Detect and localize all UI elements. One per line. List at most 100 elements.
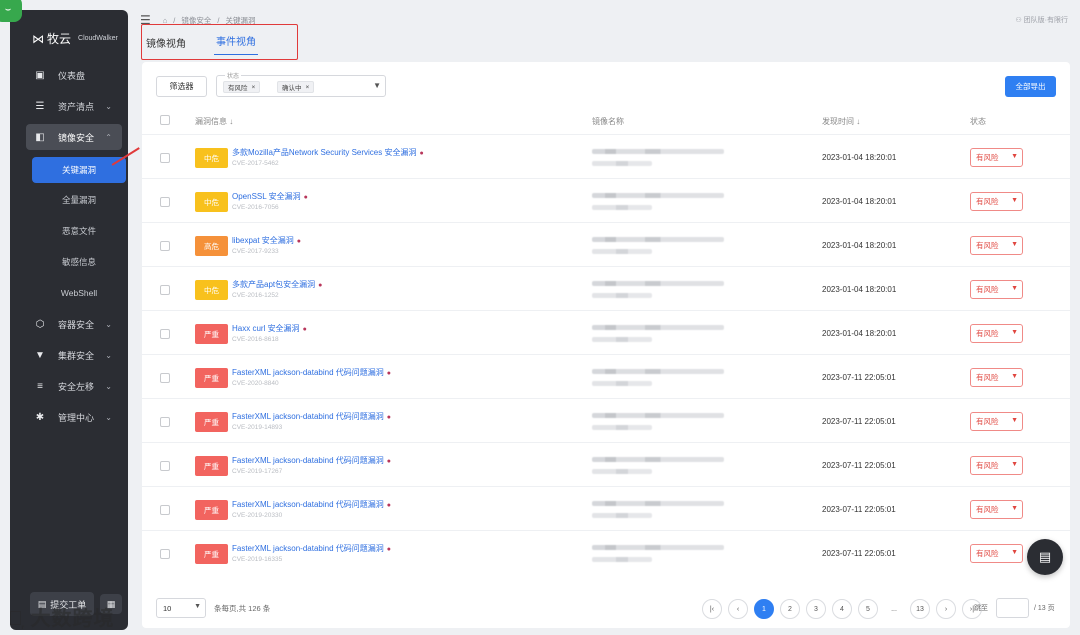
close-icon[interactable]: ×	[252, 84, 256, 91]
table-row[interactable]: 严重 Haxx curl 安全漏洞 ● CVE-2016-8618 2023-01-04…	[142, 310, 1070, 354]
table-row[interactable]: 严重 FasterXML jackson-databind 代码问题漏洞 ● CVE-…	[142, 486, 1070, 530]
cve-id: CVE-2016-8618	[232, 336, 279, 343]
chip-at-risk[interactable]: 有风险 ×	[223, 81, 261, 93]
status-filter-select[interactable]: 状态 有风险 × 确认中 × ▼	[216, 71, 386, 97]
table-row[interactable]: 严重 FasterXML jackson-databind 代码问题漏洞 ● CVE-…	[142, 398, 1070, 442]
sidebar-item-label: 容器安全	[58, 319, 95, 330]
sidebar-item-cluster-security[interactable]: ▼ 集群安全 ⌄	[26, 342, 122, 368]
row-checkbox[interactable]	[160, 153, 170, 163]
sidebar-subitem-webshell[interactable]: WebShell	[32, 280, 126, 306]
page-button[interactable]: 4	[832, 599, 852, 619]
vuln-name-link[interactable]: OpenSSL 安全漏洞 ●	[232, 191, 308, 202]
vuln-name-link[interactable]: FasterXML jackson-databind 代码问题漏洞 ●	[232, 367, 391, 378]
status-dropdown[interactable]: 有风险 ▼	[970, 412, 1023, 431]
chip-label: 有风险	[228, 85, 248, 92]
table-row[interactable]: 严重 FasterXML jackson-databind 代码问题漏洞 ● CVE-…	[142, 442, 1070, 486]
sidebar-item-container-security[interactable]: ⬡ 容器安全 ⌄	[26, 311, 122, 337]
page-button[interactable]: 5	[858, 599, 878, 619]
row-checkbox[interactable]	[160, 461, 170, 471]
sidebar-subitem-malicious-files[interactable]: 恶意文件	[32, 218, 126, 244]
header-vuln[interactable]: 漏洞信息 ↓	[195, 116, 233, 127]
row-checkbox[interactable]	[160, 417, 170, 427]
row-checkbox[interactable]	[160, 373, 170, 383]
status-dropdown[interactable]: 有风险 ▼	[970, 280, 1023, 299]
sidebar-item-dashboard[interactable]: ▣ 仪表盘	[26, 62, 122, 88]
vuln-name-link[interactable]: Haxx curl 安全漏洞 ●	[232, 323, 307, 334]
prev-page-button[interactable]: ‹	[728, 599, 748, 619]
table-row[interactable]: 中危 多款Mozilla产品Network Security Services 安…	[142, 134, 1070, 178]
row-checkbox[interactable]	[160, 241, 170, 251]
vuln-name-link[interactable]: FasterXML jackson-databind 代码问题漏洞 ●	[232, 499, 391, 510]
status-dropdown[interactable]: 有风险 ▼	[970, 324, 1023, 343]
image-name-redacted	[592, 469, 652, 474]
page-button[interactable]: 1	[754, 599, 774, 619]
image-name-redacted	[592, 369, 724, 374]
image-name-redacted	[592, 205, 652, 210]
status-dropdown[interactable]: 有风险 ▼	[970, 192, 1023, 211]
status-value: 有风险	[976, 285, 999, 294]
severity-badge: 高危	[195, 236, 228, 256]
page-size-select[interactable]: 10 ▼	[156, 598, 206, 618]
row-checkbox[interactable]	[160, 549, 170, 559]
row-checkbox[interactable]	[160, 197, 170, 207]
table-row[interactable]: 中危 多款产品apt包安全漏洞 ● CVE-2016-1252 2023-01-04 1…	[142, 266, 1070, 310]
first-page-button[interactable]: |‹	[702, 599, 722, 619]
caret-down-icon: ▼	[373, 81, 381, 90]
next-page-button[interactable]: ›	[936, 599, 956, 619]
status-dropdown[interactable]: 有风险 ▼	[970, 544, 1023, 563]
status-value: 有风险	[976, 373, 999, 382]
jump-total: / 13 页	[1034, 605, 1055, 612]
cve-id: CVE-2017-9233	[232, 248, 279, 255]
sidebar-subitem-key-vulns[interactable]: 关键漏洞	[32, 157, 126, 183]
jump-page-input[interactable]	[996, 598, 1029, 618]
table-row[interactable]: 高危 libexpat 安全漏洞 ● CVE-2017-9233 2023-01-04 …	[142, 222, 1070, 266]
sidebar-item-label: 集群安全	[58, 350, 95, 361]
chip-confirming[interactable]: 确认中 ×	[277, 81, 315, 93]
severity-badge: 严重	[195, 544, 228, 564]
header-time[interactable]: 发现时间 ↓	[822, 116, 860, 127]
cve-id: CVE-2016-7056	[232, 204, 279, 211]
sliders-icon: ≡	[37, 380, 43, 392]
sidebar-subitem-sensitive-info[interactable]: 敏感信息	[32, 249, 126, 275]
sidebar-subitem-all-vulns[interactable]: 全量漏洞	[32, 187, 126, 213]
sidebar-item-management[interactable]: ✱ 管理中心 ⌄	[26, 404, 122, 430]
table-row[interactable]: 中危 OpenSSL 安全漏洞 ● CVE-2016-7056 2023-01-04 1…	[142, 178, 1070, 222]
corner-app-icon[interactable]: ⌣	[0, 0, 22, 22]
vuln-name-link[interactable]: FasterXML jackson-databind 代码问题漏洞 ●	[232, 543, 391, 554]
vuln-name-link[interactable]: FasterXML jackson-databind 代码问题漏洞 ●	[232, 411, 391, 422]
vuln-name-link[interactable]: FasterXML jackson-databind 代码问题漏洞 ●	[232, 455, 391, 466]
table-row[interactable]: 严重 FasterXML jackson-databind 代码问题漏洞 ● CVE-…	[142, 354, 1070, 398]
image-icon: ◧	[35, 131, 45, 143]
sidebar-item-assets[interactable]: ☰ 资产清点 ⌄	[26, 93, 122, 119]
status-dropdown[interactable]: 有风险 ▼	[970, 148, 1023, 167]
image-name-redacted	[592, 513, 652, 518]
row-checkbox[interactable]	[160, 505, 170, 515]
table-row[interactable]: 严重 FasterXML jackson-databind 代码问题漏洞 ● CVE-…	[142, 530, 1070, 574]
vuln-name-link[interactable]: libexpat 安全漏洞 ●	[232, 235, 301, 246]
page-button[interactable]: 3	[806, 599, 826, 619]
page-button[interactable]: 13	[910, 599, 930, 619]
team-info[interactable]: ⚇ 团队版·有限行	[1015, 15, 1068, 25]
vuln-name-link[interactable]: 多款Mozilla产品Network Security Services 安全漏…	[232, 147, 424, 158]
vuln-name: FasterXML jackson-databind 代码问题漏洞	[232, 500, 384, 509]
page-button[interactable]: 2	[780, 599, 800, 619]
export-all-button[interactable]: 全部导出	[1005, 76, 1056, 97]
vuln-name: FasterXML jackson-databind 代码问题漏洞	[232, 368, 384, 377]
close-icon[interactable]: ×	[306, 84, 310, 91]
select-all-checkbox[interactable]	[160, 115, 170, 125]
status-dropdown[interactable]: 有风险 ▼	[970, 500, 1023, 519]
sidebar-item-shift-left[interactable]: ≡ 安全左移 ⌄	[26, 373, 122, 399]
brand-logo[interactable]: ⋈ 牧云 CloudWalker	[32, 30, 118, 47]
row-checkbox[interactable]	[160, 285, 170, 295]
vuln-name-link[interactable]: 多款产品apt包安全漏洞 ●	[232, 279, 322, 290]
floating-action-button[interactable]: ▤	[1027, 539, 1063, 575]
caret-down-icon: ▼	[194, 603, 201, 610]
sidebar-item-image-security[interactable]: ◧ 镜像安全 ⌃	[26, 124, 122, 150]
filter-button[interactable]: 筛选器	[156, 76, 207, 97]
document-icon: ▤	[1038, 549, 1052, 564]
status-dropdown[interactable]: 有风险 ▼	[970, 456, 1023, 475]
status-dropdown[interactable]: 有风险 ▼	[970, 368, 1023, 387]
row-checkbox[interactable]	[160, 329, 170, 339]
severity-badge: 严重	[195, 500, 228, 520]
status-dropdown[interactable]: 有风险 ▼	[970, 236, 1023, 255]
